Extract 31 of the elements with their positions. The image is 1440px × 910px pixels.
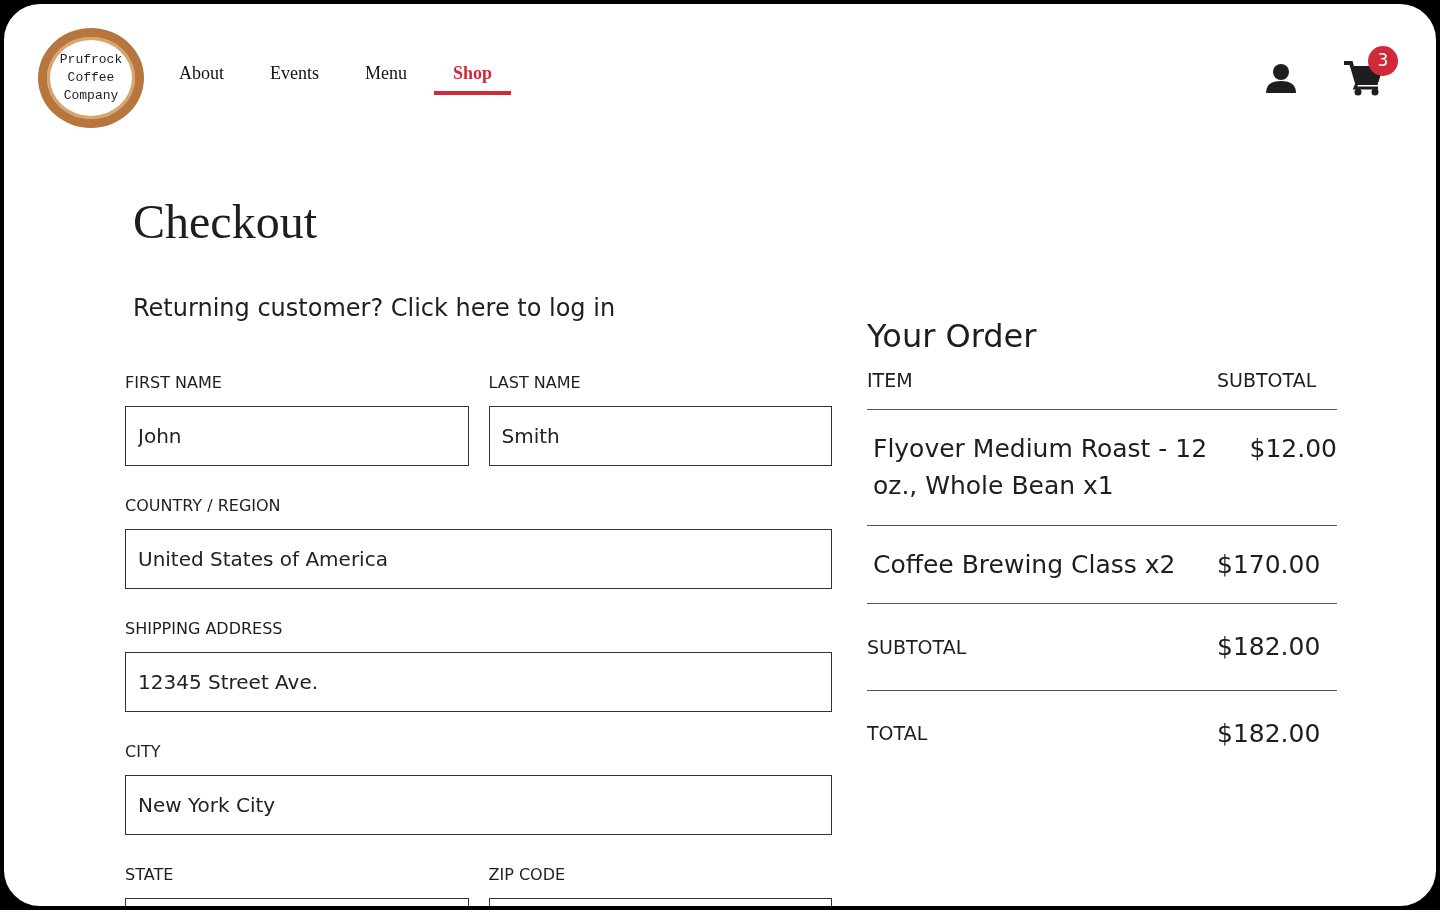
field-label: COUNTRY / REGION <box>125 495 282 517</box>
field-label: LAST NAME <box>488 372 582 394</box>
nav-link[interactable]: About <box>160 60 243 95</box>
nav-link[interactable]: Menu <box>346 60 426 95</box>
total-value: $182.00 <box>1217 717 1322 750</box>
logo[interactable]: Prufrock Coffee Company <box>38 28 144 128</box>
field-label: ZIP CODE <box>488 864 567 886</box>
field-label: SHIPPING ADDRESS <box>125 618 284 640</box>
input-field[interactable]: Smith <box>488 406 832 466</box>
user-icon[interactable] <box>1266 63 1296 93</box>
order-title: Your Order <box>867 320 1038 352</box>
item-price: $12.00 <box>1249 432 1337 465</box>
column-header: SUBTOTAL <box>1217 368 1318 393</box>
item-name: Flyover Medium Roast - 12 oz., Whole Bean x1 <box>873 432 1209 502</box>
field-label: FIRST NAME <box>125 372 223 394</box>
input-field[interactable]: 12345 Street Ave. <box>125 652 832 712</box>
field-label: CITY <box>125 741 162 763</box>
nav-link[interactable]: Events <box>251 60 338 95</box>
item-price: $170.00 <box>1217 548 1322 581</box>
total-label: TOTAL <box>867 721 929 746</box>
column-header: ITEM <box>867 368 914 393</box>
input-field[interactable]: United States of America <box>125 529 832 589</box>
nav-link[interactable]: Shop <box>434 60 512 95</box>
total-value: $182.00 <box>1217 631 1322 663</box>
cart-count-badge: 3 <box>1368 46 1398 76</box>
total-label: SUBTOTAL <box>867 634 968 660</box>
login-link[interactable]: Returning customer? Click here to log in <box>133 290 832 326</box>
input-field[interactable]: New York City <box>125 775 832 835</box>
item-name: Coffee Brewing Class x2 <box>873 548 1177 581</box>
page-title: Checkout <box>133 198 318 246</box>
field-label: STATE <box>125 864 175 886</box>
